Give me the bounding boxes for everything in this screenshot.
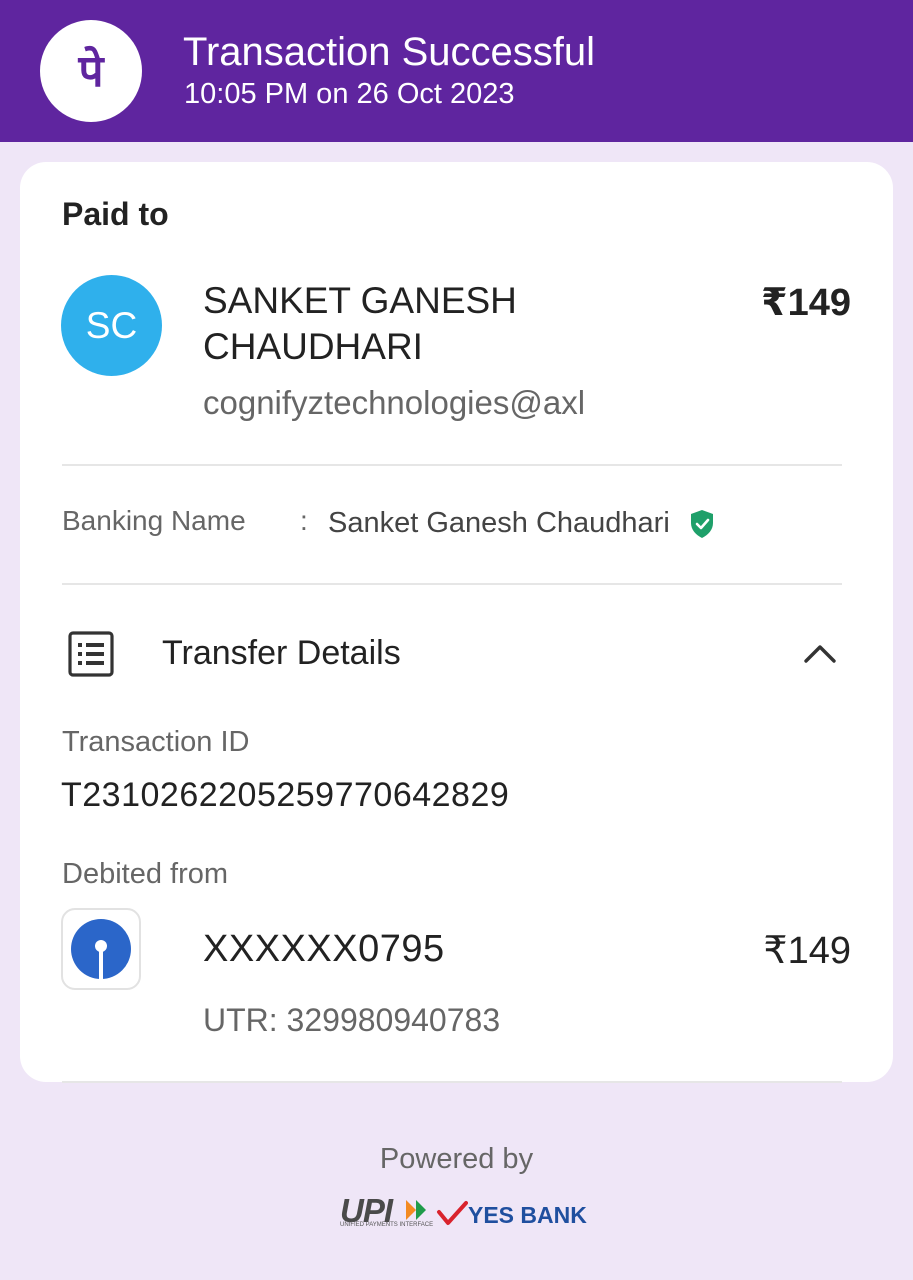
banking-name-separator: : bbox=[300, 505, 308, 536]
upi-logo-subtitle: UNIFIED PAYMENTS INTERFACE bbox=[340, 1222, 434, 1228]
debited-account-number: XXXXXX0795 bbox=[203, 928, 445, 970]
transaction-datetime: 10:05 PM on 26 Oct 2023 bbox=[184, 78, 515, 110]
transaction-id-value[interactable]: T2310262205259770642829 bbox=[61, 776, 509, 815]
payee-name: SANKET GANESH CHAUDHARI bbox=[203, 280, 517, 367]
payee-upi-id: cognifyztechnologies@axl bbox=[203, 384, 586, 421]
partner-logos: UPI UNIFIED PAYMENTS INTERFACE YES BANK bbox=[340, 1192, 587, 1234]
avatar-initials: SC bbox=[85, 304, 138, 346]
svg-text:पे: पे bbox=[78, 45, 106, 97]
chevron-up-icon[interactable] bbox=[802, 639, 838, 667]
powered-by-label: Powered by bbox=[379, 1143, 534, 1175]
debited-amount: ₹149 bbox=[763, 930, 851, 972]
transfer-details-title[interactable]: Transfer Details bbox=[162, 634, 401, 673]
sbi-logo-icon bbox=[61, 908, 141, 990]
divider bbox=[62, 1081, 842, 1083]
utr-number[interactable]: UTR: 329980940783 bbox=[203, 1002, 500, 1039]
banking-name-label: Banking Name bbox=[62, 505, 246, 536]
divider bbox=[62, 583, 842, 585]
header-bar: पे Transaction Successful 10:05 PM on 26… bbox=[0, 0, 913, 142]
yes-bank-logo: YES BANK bbox=[468, 1202, 587, 1228]
avatar: SC bbox=[61, 275, 162, 376]
yes-bank-check-icon bbox=[437, 1201, 468, 1225]
verified-shield-icon bbox=[691, 510, 713, 538]
list-icon bbox=[68, 631, 114, 677]
phonepe-logo-icon: पे bbox=[40, 20, 142, 122]
paid-to-label: Paid to bbox=[62, 196, 169, 232]
divider bbox=[62, 464, 842, 466]
paid-amount: ₹149 bbox=[761, 282, 851, 324]
debited-from-label: Debited from bbox=[62, 858, 229, 890]
upi-arrow-icon bbox=[406, 1200, 426, 1220]
transaction-id-label: Transaction ID bbox=[62, 726, 250, 758]
banking-name-value: Sanket Ganesh Chaudhari bbox=[328, 507, 670, 539]
status-title: Transaction Successful bbox=[183, 30, 596, 74]
transaction-card: Paid to SC SANKET GANESH CHAUDHARI cogni… bbox=[20, 162, 893, 1082]
